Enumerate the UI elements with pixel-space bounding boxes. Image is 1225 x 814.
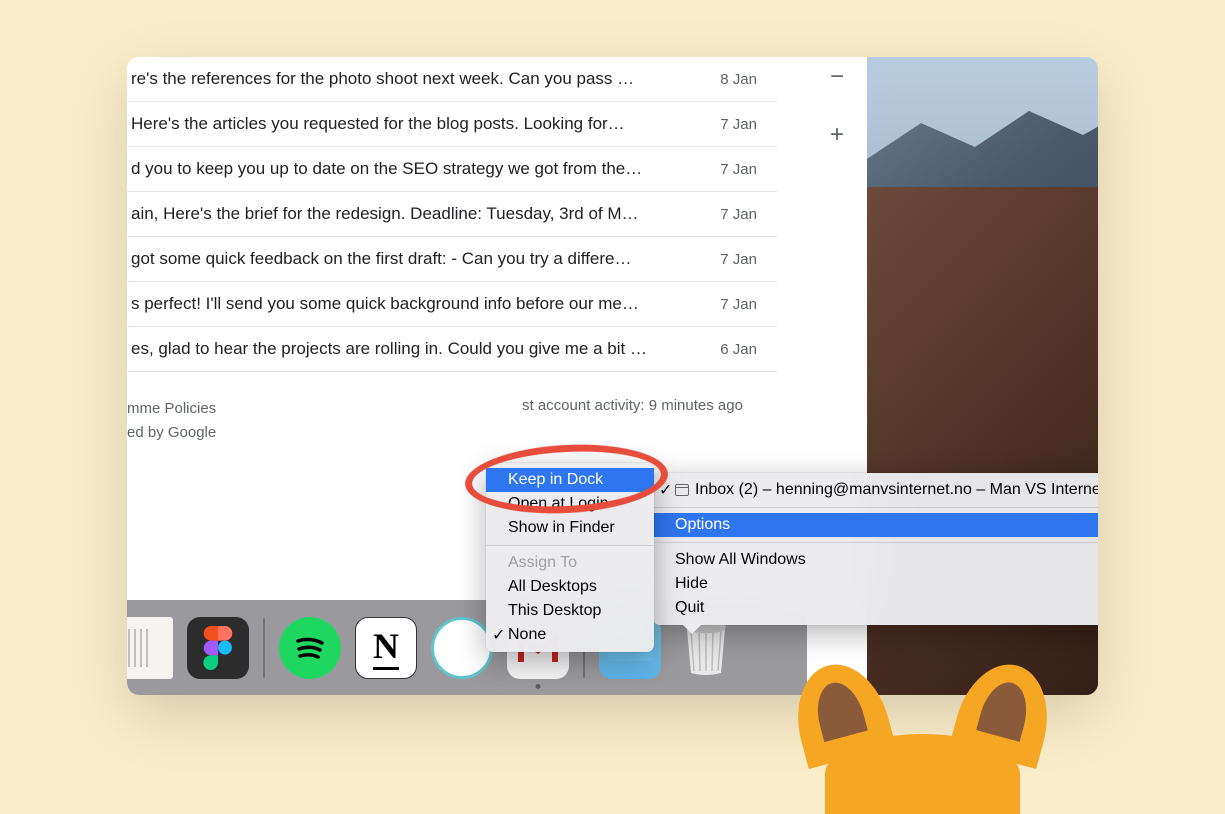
email-row[interactable]: ain, Here's the brief for the redesign. … xyxy=(127,192,777,237)
footer-links: mme Policies ed by Google xyxy=(127,397,216,445)
menu-separator xyxy=(653,542,1098,543)
email-subject: d you to keep you up to date on the SEO … xyxy=(131,159,642,179)
dock-context-menu: ✓ Inbox (2) – henning@manvsinternet.no –… xyxy=(653,473,1098,625)
menu-pointer xyxy=(682,624,702,634)
dock-divider xyxy=(263,618,265,678)
minus-icon[interactable]: − xyxy=(830,63,844,91)
menu-item-window[interactable]: ✓ Inbox (2) – henning@manvsinternet.no –… xyxy=(653,478,1098,502)
email-subject: ain, Here's the brief for the redesign. … xyxy=(131,204,639,224)
menu-none-label: None xyxy=(508,626,546,644)
email-row[interactable]: d you to keep you up to date on the SEO … xyxy=(127,147,777,192)
menu-item-open-at-login[interactable]: Open at Login xyxy=(486,492,654,516)
menu-item-hide[interactable]: Hide xyxy=(653,572,1098,596)
decorative-cat xyxy=(795,664,1050,764)
menu-options-label: Options xyxy=(675,516,730,534)
dock-running-indicator xyxy=(536,684,541,689)
menu-item-keep-in-dock[interactable]: Keep in Dock xyxy=(486,468,654,492)
menu-quit-label: Quit xyxy=(675,599,704,617)
menu-separator xyxy=(653,507,1098,508)
menu-item-show-in-finder[interactable]: Show in Finder xyxy=(486,516,654,540)
menu-show-in-finder-label: Show in Finder xyxy=(508,519,615,537)
email-date: 8 Jan xyxy=(720,71,769,88)
email-row[interactable]: got some quick feedback on the first dra… xyxy=(127,237,777,282)
email-subject: Here's the articles you requested for th… xyxy=(131,114,625,134)
dock-figma-icon[interactable] xyxy=(187,617,249,679)
window-icon xyxy=(675,484,689,496)
email-row[interactable]: s perfect! I'll send you some quick back… xyxy=(127,282,777,327)
email-subject: s perfect! I'll send you some quick back… xyxy=(131,294,639,314)
email-date: 7 Jan xyxy=(720,251,769,268)
app-window: re's the references for the photo shoot … xyxy=(127,57,1098,695)
email-subject: re's the references for the photo shoot … xyxy=(131,69,634,89)
dock-app-icon[interactable] xyxy=(431,617,493,679)
menu-show-all-label: Show All Windows xyxy=(675,551,806,569)
side-controls: − + xyxy=(817,63,857,149)
menu-item-all-desktops[interactable]: All Desktops xyxy=(486,575,654,599)
email-row[interactable]: es, glad to hear the projects are rollin… xyxy=(127,327,777,372)
menu-window-title: Inbox (2) – henning@manvsinternet.no – M… xyxy=(695,481,1098,499)
checkmark-icon: ✓ xyxy=(492,625,505,645)
menu-assign-to-label: Assign To xyxy=(508,554,577,572)
plus-icon[interactable]: + xyxy=(830,121,844,149)
checkmark-icon: ✓ xyxy=(659,480,672,500)
email-subject: got some quick feedback on the first dra… xyxy=(131,249,632,269)
menu-item-quit[interactable]: Quit xyxy=(653,596,1098,620)
menu-item-none[interactable]: ✓ None xyxy=(486,623,654,647)
menu-item-show-all-windows[interactable]: Show All Windows xyxy=(653,548,1098,572)
menu-item-options[interactable]: Options ▶ xyxy=(653,513,1098,537)
powered-by-text: ed by Google xyxy=(127,421,216,445)
email-date: 7 Jan xyxy=(720,161,769,178)
menu-all-desktops-label: All Desktops xyxy=(508,578,597,596)
email-subject: es, glad to hear the projects are rollin… xyxy=(131,339,647,359)
email-date: 7 Jan xyxy=(720,116,769,133)
dock-spotify-icon[interactable] xyxy=(279,617,341,679)
email-row[interactable]: re's the references for the photo shoot … xyxy=(127,57,777,102)
dock-notes-icon[interactable] xyxy=(127,617,173,679)
email-row[interactable]: Here's the articles you requested for th… xyxy=(127,102,777,147)
email-date: 7 Jan xyxy=(720,206,769,223)
menu-separator xyxy=(486,545,654,546)
menu-keep-in-dock-label: Keep in Dock xyxy=(508,471,603,489)
dock-options-submenu: Keep in Dock Open at Login Show in Finde… xyxy=(486,463,654,652)
menu-this-desktop-label: This Desktop xyxy=(508,602,601,620)
policies-link[interactable]: mme Policies xyxy=(127,397,216,421)
email-list: re's the references for the photo shoot … xyxy=(127,57,777,372)
email-date: 6 Jan xyxy=(720,341,769,358)
email-date: 7 Jan xyxy=(720,296,769,313)
activity-text: st account activity: 9 minutes ago xyxy=(522,397,743,414)
dock-notion-icon[interactable]: N xyxy=(355,617,417,679)
menu-open-at-login-label: Open at Login xyxy=(508,495,609,513)
menu-item-this-desktop[interactable]: This Desktop xyxy=(486,599,654,623)
menu-heading-assign-to: Assign To xyxy=(486,551,654,575)
menu-hide-label: Hide xyxy=(675,575,708,593)
